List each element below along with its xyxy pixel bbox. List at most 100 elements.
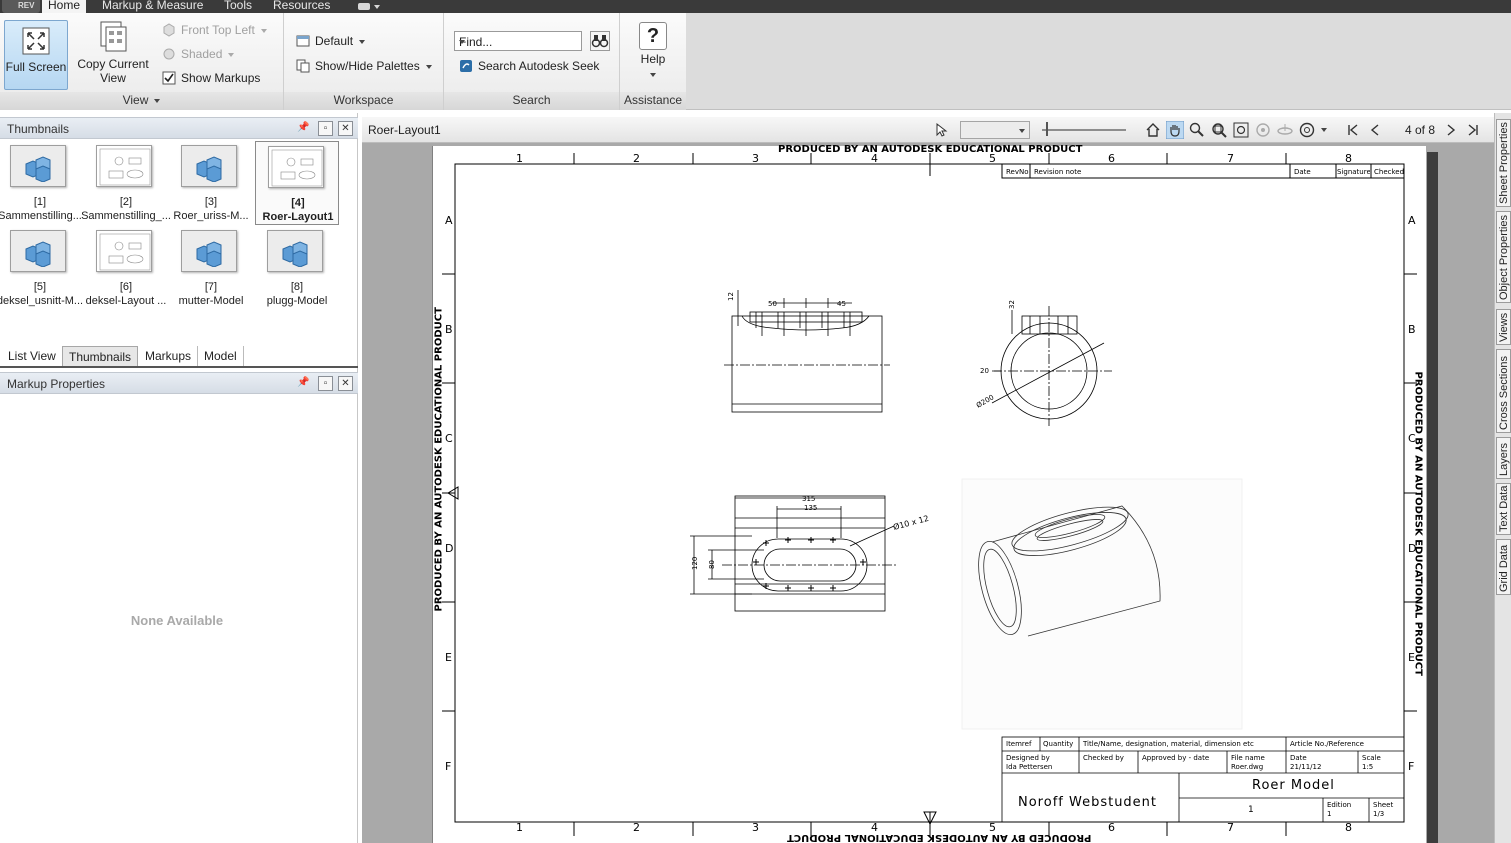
previous-page-icon[interactable] <box>1366 121 1384 139</box>
help-label: Help <box>640 52 666 66</box>
zoom-icon[interactable] <box>1188 121 1206 139</box>
dock-tab[interactable]: Layers <box>1496 437 1511 479</box>
dock-tab[interactable]: Views <box>1496 309 1511 345</box>
menu-markup-measure[interactable]: Markup & Measure <box>102 0 203 13</box>
grid-column-label: 6 <box>1108 152 1115 165</box>
tab-thumbnails[interactable]: Thumbnails <box>62 346 139 366</box>
home-icon[interactable] <box>1144 121 1162 139</box>
application-menu-button[interactable]: REV <box>2 0 40 13</box>
chevron-down-icon <box>228 52 235 57</box>
drawing-sheet[interactable]: 12 50 45 32 20 Ø200 315 135 Ø10 x 12 120… <box>431 144 1426 843</box>
grid-row-label: C <box>1408 432 1416 445</box>
dock-tab[interactable]: Object Properties <box>1496 211 1511 303</box>
dim-135-text: 135 <box>804 504 817 512</box>
steering-wheel-icon[interactable] <box>1298 121 1316 139</box>
top-view-drawing <box>690 495 897 612</box>
article-no-label: Article No./Reference <box>1290 740 1364 748</box>
chevron-down-icon <box>260 28 267 33</box>
workspace-default-dropdown[interactable]: Default <box>296 32 366 50</box>
dock-tab[interactable]: Sheet Properties <box>1496 119 1511 207</box>
markup-properties-header: Markup Properties 📌 ▫ ✕ <box>0 372 358 394</box>
model-thumbnail-icon <box>181 230 237 272</box>
chevron-down-icon[interactable] <box>459 40 465 44</box>
thumbnail-item[interactable]: [4] Roer-Layout1 <box>255 141 339 225</box>
itemref-label: Itemref <box>1006 740 1032 748</box>
copy-current-view-label-2: View <box>100 71 126 85</box>
pin-icon[interactable]: 📌 <box>296 376 311 391</box>
tab-list-view[interactable]: List View <box>2 346 63 366</box>
select-arrow-icon[interactable] <box>932 121 950 139</box>
layout-thumbnail-icon <box>96 230 152 272</box>
layout-thumbnail-icon <box>96 145 152 187</box>
search-autodesk-seek-button[interactable]: Search Autodesk Seek <box>459 57 599 75</box>
zoom-combobox[interactable] <box>960 121 1030 139</box>
zoom-rectangle-icon[interactable] <box>1210 121 1228 139</box>
workspace-icon <box>296 35 310 47</box>
grid-column-label: 8 <box>1345 821 1352 834</box>
dim-50-text: 50 <box>768 300 777 308</box>
front-top-left-dropdown[interactable]: Front Top Left <box>162 21 267 39</box>
grid-row-label: B <box>445 323 453 336</box>
close-icon[interactable]: ✕ <box>338 376 353 391</box>
dock-tab-label: Cross Sections <box>1498 356 1510 430</box>
float-icon[interactable]: ▫ <box>318 121 333 136</box>
thumbnail-number: [2] <box>119 196 133 208</box>
thumbnail-item[interactable]: [8] plugg-Model <box>255 226 339 310</box>
turntable-disabled-icon[interactable] <box>1276 121 1294 139</box>
ribbon-empty-area <box>686 13 1511 110</box>
thumbnails-header: Thumbnails 📌 ▫ ✕ <box>0 117 358 139</box>
app-logo-label: REV <box>18 1 35 10</box>
help-button[interactable]: ? Help <box>629 22 677 81</box>
dock-tab[interactable]: Cross Sections <box>1496 349 1511 433</box>
menu-resources[interactable]: Resources <box>273 0 330 13</box>
sheet-label: Sheet <box>1373 801 1394 809</box>
pan-hand-icon[interactable] <box>1166 121 1184 139</box>
pin-icon[interactable]: 📌 <box>296 121 311 136</box>
full-screen-button[interactable]: Full Screen <box>4 20 68 90</box>
thumbnail-number: [5] <box>33 281 47 293</box>
workspace-default-label: Default <box>315 34 354 48</box>
fit-to-window-icon[interactable] <box>1232 121 1250 139</box>
first-page-icon[interactable] <box>1344 121 1362 139</box>
last-page-icon[interactable] <box>1464 121 1482 139</box>
dim-10x12-text: Ø10 x 12 <box>892 513 930 532</box>
copy-current-view-button[interactable]: Copy Current View <box>74 20 152 85</box>
copy-view-icon <box>100 21 127 52</box>
model-thumbnail-icon <box>267 230 323 272</box>
zoom-slider-handle[interactable] <box>1046 122 1048 136</box>
menu-home[interactable]: Home <box>42 0 87 13</box>
grid-column-label: 4 <box>871 152 878 165</box>
dock-tab[interactable]: Grid Data <box>1496 539 1511 595</box>
show-markups-checkbox[interactable]: Show Markups <box>162 69 260 87</box>
chevron-down-icon <box>359 39 366 44</box>
quick-access-camera-dropdown[interactable] <box>358 2 382 11</box>
assistance-panel-title: Assistance <box>620 92 686 110</box>
dock-tab[interactable]: Text Data <box>1496 483 1511 535</box>
grid-row-label: C <box>445 432 453 445</box>
show-hide-palettes-dropdown[interactable]: Show/Hide Palettes <box>296 57 432 75</box>
file-name-value: Roer.dwg <box>1231 763 1264 771</box>
drawing-title: Roer Model <box>1252 778 1335 793</box>
grid-row-label: A <box>445 214 453 227</box>
tab-model[interactable]: Model <box>198 346 244 366</box>
ribbon: Full Screen Copy Current View Front Top … <box>0 13 686 110</box>
view-panel-title[interactable]: View <box>0 92 283 110</box>
tab-markups[interactable]: Markups <box>139 346 199 366</box>
chevron-down-icon[interactable] <box>1321 128 1327 132</box>
vertical-scrollbar[interactable] <box>1427 152 1438 843</box>
thumbnail-item[interactable]: [3] Roer_uriss-M... <box>169 141 253 225</box>
watermark-left: PRODUCED BY AN AUTODESK EDUCATIONAL PROD… <box>433 307 445 612</box>
shaded-dropdown[interactable]: Shaded <box>162 45 235 63</box>
search-autodesk-seek-label: Search Autodesk Seek <box>478 59 600 73</box>
float-icon[interactable]: ▫ <box>318 376 333 391</box>
binoculars-icon[interactable] <box>590 31 610 51</box>
find-input[interactable]: Find... <box>454 31 582 51</box>
close-icon[interactable]: ✕ <box>338 121 353 136</box>
next-page-icon[interactable] <box>1442 121 1460 139</box>
grid-row-label: F <box>1408 760 1415 773</box>
thumbnail-number: [8] <box>290 281 304 293</box>
orbit-disabled-icon[interactable] <box>1254 121 1272 139</box>
menu-tools[interactable]: Tools <box>224 0 252 13</box>
dock-tab-label: Grid Data <box>1498 544 1510 592</box>
zoom-slider[interactable] <box>1042 129 1126 131</box>
